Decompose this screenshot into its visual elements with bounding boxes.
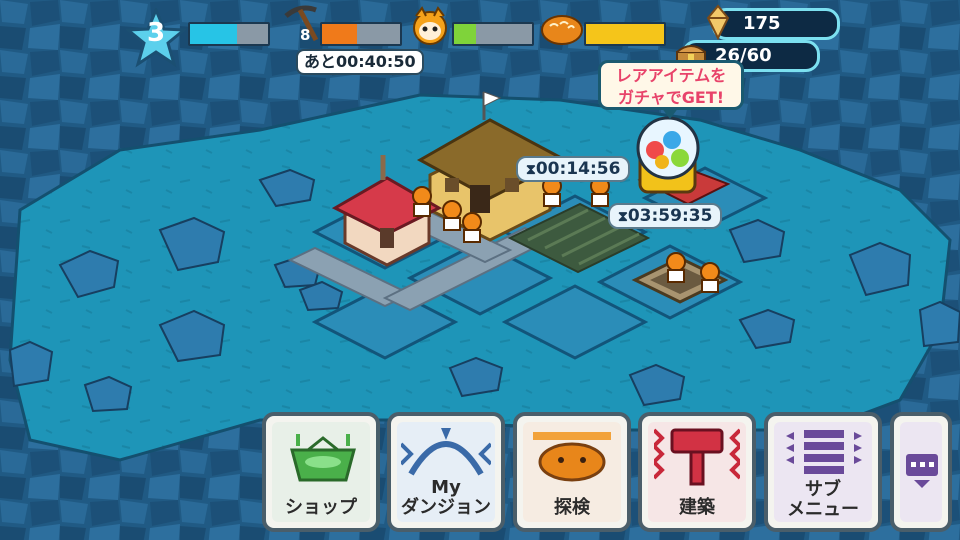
my-dungeon-label: My ダンジョン — [401, 477, 491, 518]
build-label: 建築 — [679, 497, 715, 518]
build-hammer-icon — [654, 428, 740, 486]
construction-timer-value: 03:59:35 — [627, 206, 713, 226]
chat-icon — [906, 454, 938, 488]
build-button[interactable]: 建築 — [638, 412, 756, 532]
crystal-icon — [706, 4, 730, 40]
submenu-button[interactable]: サブ メニュー — [764, 412, 882, 532]
hourglass-icon: ⧗ — [618, 209, 628, 225]
bread-food-icon[interactable] — [540, 10, 584, 48]
monster-face-icon[interactable] — [410, 6, 450, 46]
extra-menu-button[interactable] — [890, 412, 952, 532]
gacha-promo-line2: ガチャでGET! — [617, 88, 725, 107]
building-timer-value: 00:14:56 — [535, 159, 621, 179]
pickaxe-count: 8 — [300, 26, 311, 44]
pickaxe-recovery-timer: あと00:40:50 — [296, 49, 424, 75]
gacha-promo-bubble[interactable]: レアアイテムを ガチャでGET! — [598, 60, 744, 119]
gacha-promo-line1: レアアイテムを — [615, 66, 727, 85]
level-progress-bar — [188, 22, 270, 46]
monster-bar — [452, 22, 534, 46]
construction-timer[interactable]: ⧗03:59:35 — [608, 203, 723, 229]
monster-bar-fill — [454, 24, 476, 44]
my-dungeon-button[interactable]: My ダンジョン — [387, 412, 505, 532]
explore-button[interactable]: 探検 — [513, 412, 631, 532]
crystal-value: 175 — [743, 13, 781, 34]
pickaxe-stamina-bar — [320, 22, 402, 46]
explore-bread-icon — [533, 432, 611, 482]
building-timer[interactable]: ⧗00:14:56 — [516, 156, 631, 182]
explore-label: 探検 — [554, 497, 590, 518]
food-bar-fill — [586, 24, 664, 44]
food-bar — [584, 22, 666, 46]
my-dungeon-icon — [401, 428, 491, 476]
shop-label: ショップ — [285, 497, 357, 518]
hourglass-icon: ⧗ — [526, 162, 536, 178]
submenu-label: サブ メニュー — [787, 479, 859, 520]
shop-basket-icon — [290, 434, 356, 482]
pickaxe-stamina-fill — [322, 24, 358, 44]
level-progress-fill — [190, 24, 237, 44]
submenu-list-icon — [786, 430, 862, 474]
shop-button[interactable]: ショップ — [262, 412, 380, 532]
level-number: 3 — [146, 18, 166, 48]
